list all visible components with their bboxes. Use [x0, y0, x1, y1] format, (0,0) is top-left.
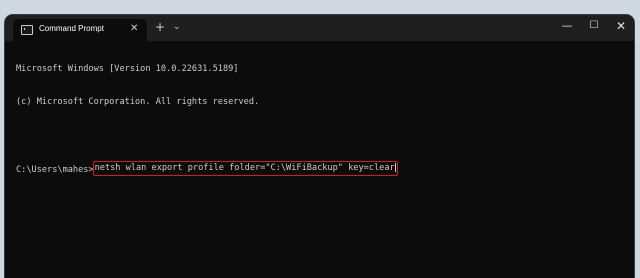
- console-output[interactable]: Microsoft Windows [Version 10.0.22631.51…: [16, 42, 628, 196]
- terminal-window: Command Prompt ✕ + ⌄ — ☐ ✕ Microsoft Win…: [5, 15, 634, 278]
- maximize-button[interactable]: ☐: [584, 18, 604, 34]
- minimize-button[interactable]: —: [557, 18, 577, 34]
- tab-title: Command Prompt: [39, 24, 104, 33]
- chevron-down-icon[interactable]: ⌄: [173, 20, 181, 34]
- tab-command-prompt[interactable]: Command Prompt ✕: [13, 19, 147, 41]
- console-line: (c) Microsoft Corporation. All rights re…: [16, 97, 260, 107]
- highlighted-command: netsh wlan export profile folder="C:\WiF…: [92, 161, 398, 176]
- prompt-text: C:\Users\mahes>: [16, 165, 94, 175]
- text-cursor: [394, 163, 396, 172]
- close-window-button[interactable]: ✕: [611, 18, 631, 34]
- title-bar[interactable]: Command Prompt ✕ + ⌄ — ☐ ✕: [5, 15, 634, 41]
- terminal-icon: [21, 25, 33, 35]
- console-line: Microsoft Windows [Version 10.0.22631.51…: [16, 64, 239, 74]
- close-tab-icon[interactable]: ✕: [130, 22, 138, 36]
- command-text: netsh wlan export profile folder="C:\WiF…: [94, 163, 395, 173]
- command-line: C:\Users\mahes>netsh wlan export profile…: [16, 161, 628, 176]
- new-tab-button[interactable]: +: [155, 20, 165, 34]
